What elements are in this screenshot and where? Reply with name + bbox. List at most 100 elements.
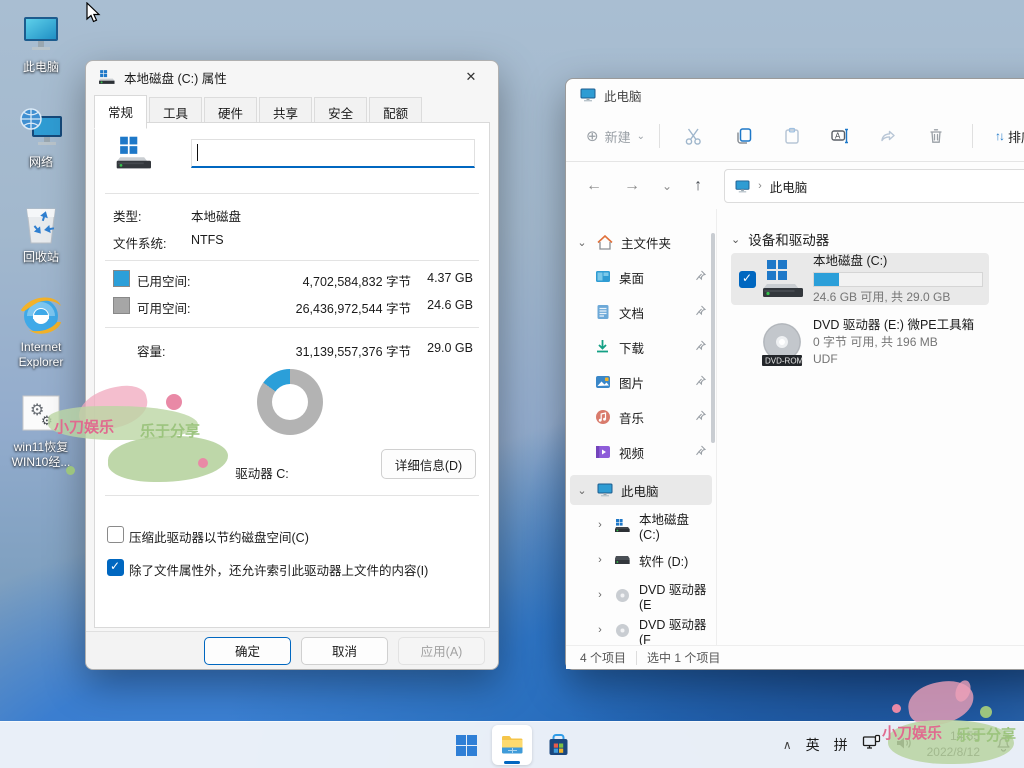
sidebar-item-dvd-e[interactable]: › DVD 驱动器 (E [570,580,712,610]
paste-icon [783,127,801,145]
sidebar-item-documents[interactable]: 文档 [570,297,712,327]
sidebar-item-label: 音乐 [619,408,644,427]
sidebar-item-downloads[interactable]: 下载 [570,332,712,362]
sort-button[interactable]: ↑↓ 排序 [995,127,1024,146]
drive-c-large-icon [759,258,805,300]
address-bar[interactable]: › 此电脑 [724,169,1024,203]
copy-button[interactable] [724,119,764,153]
details-button[interactable]: 详细信息(D) [381,449,476,479]
ok-button[interactable]: 确定 [204,637,291,665]
network-icon[interactable] [862,734,881,756]
file-item-drive-c[interactable]: 本地磁盘 (C:) 24.6 GB 可用, 共 29.0 GB [731,253,989,305]
desktop-icon-win11-restore[interactable]: ⚙⚙ win11恢复 WIN10经... [2,390,80,470]
rename-button[interactable]: A [820,119,860,153]
forward-icon[interactable]: → [624,177,640,195]
compress-checkbox[interactable] [107,526,124,543]
volume-label-input[interactable] [191,139,475,168]
sidebar-item-label: 图片 [619,373,644,392]
status-selected-count: 选中 1 个项目 [647,649,720,666]
sidebar-item-home[interactable]: ⌄ 主文件夹 [570,227,712,257]
sidebar-item-music[interactable]: 音乐 [570,402,712,432]
chevron-right-icon[interactable]: › [594,624,606,636]
cut-icon [684,127,703,146]
explorer-body: ⌄ 主文件夹 桌面 文档 下载 [566,209,1024,646]
file-fs: UDF [813,351,974,368]
desktop-icon-this-pc[interactable]: 此电脑 [2,10,80,75]
share-button[interactable] [868,119,908,153]
history-chevron-icon[interactable]: ⌄ [662,179,672,193]
sort-icon: ↑↓ [995,129,1003,143]
desktop-icon-network[interactable]: 网络 [2,105,80,170]
tray-clock[interactable]: 14:55 2022/8/12 [927,729,980,760]
sidebar-item-drive-c[interactable]: › 本地磁盘 (C:) [570,510,712,540]
svg-text:⚙: ⚙ [41,413,53,428]
close-icon[interactable]: ✕ [454,65,488,89]
share-icon [879,127,897,145]
index-checkbox-label[interactable]: 除了文件属性外，还允许索引此驱动器上文件的内容(I) [129,560,428,579]
taskbar: ∧ 英 拼 14:55 2022/8/12 [0,721,1024,768]
sidebar-item-label: DVD 驱动器 (E [639,579,712,612]
sidebar-item-label: DVD 驱动器 (F [639,614,712,647]
dialog-title: 本地磁盘 (C:) 属性 [124,68,454,87]
desktop-folder-icon [594,269,611,286]
taskbar-file-explorer[interactable] [492,725,532,765]
taskbar-center [446,725,578,765]
pin-icon [695,375,706,389]
item-checkbox[interactable] [739,271,756,288]
pin-icon [695,445,706,459]
explorer-window: 此电脑 ⊕ 新建 ⌄ A [565,78,1024,670]
chevron-right-icon[interactable]: › [594,519,606,531]
new-button[interactable]: ⊕ 新建 ⌄ [586,127,645,146]
desktop-icon-internet-explorer[interactable]: Internet Explorer [2,290,80,370]
paste-button[interactable] [772,119,812,153]
desktop-icon-label: 此电脑 [23,60,59,75]
explorer-titlebar[interactable]: 此电脑 [566,79,1024,111]
system-tray: ∧ 英 拼 14:55 2022/8/12 [783,722,1016,768]
dialog-titlebar[interactable]: 本地磁盘 (C:) 属性 ✕ [86,61,498,93]
sidebar-item-label: 下载 [619,338,644,357]
sidebar-scrollbar[interactable] [711,233,715,443]
svg-text:A: A [835,131,841,140]
sidebar-item-drive-d[interactable]: › 软件 (D:) [570,545,712,575]
file-name: 本地磁盘 (C:) [813,252,983,270]
network-icon [17,105,65,153]
volume-icon[interactable] [895,735,913,756]
chevron-down-icon[interactable]: ⌄ [576,484,588,497]
this-pc-small-icon [596,482,613,499]
apply-button[interactable]: 应用(A) [398,637,485,665]
sidebar-item-this-pc[interactable]: ⌄ 此电脑 [570,475,712,505]
chevron-right-icon[interactable]: › [594,554,606,566]
file-explorer-icon [500,734,525,756]
delete-button[interactable] [916,119,956,153]
cut-button[interactable] [674,119,714,153]
chevron-right-icon[interactable]: › [594,589,606,601]
internet-explorer-icon [17,290,65,338]
section-label: 设备和驱动器 [748,229,829,249]
drive-small-icon [98,69,116,85]
back-icon[interactable]: ← [586,177,602,195]
tab-general[interactable]: 常规 [94,95,147,129]
sidebar-item-desktop[interactable]: 桌面 [570,262,712,292]
ime-mode-indicator[interactable]: 拼 [834,735,848,755]
breadcrumb[interactable]: 此电脑 [770,177,808,196]
desktop-icon-recycle-bin[interactable]: 回收站 [2,200,80,265]
chevron-down-icon: ⌄ [731,233,740,246]
sidebar-item-dvd-f[interactable]: › DVD 驱动器 (F [570,615,712,645]
up-icon[interactable]: ↑ [694,177,702,195]
tray-date: 2022/8/12 [927,745,980,761]
notification-bell-icon[interactable] [994,734,1012,757]
ime-language-indicator[interactable]: 英 [806,735,820,755]
start-button[interactable] [446,725,486,765]
sort-label: 排序 [1008,127,1024,146]
taskbar-microsoft-store[interactable] [538,725,578,765]
sidebar-item-videos[interactable]: 视频 [570,437,712,467]
chevron-down-icon[interactable]: ⌄ [576,236,588,249]
index-checkbox[interactable] [107,559,124,576]
sidebar-item-pictures[interactable]: 图片 [570,367,712,397]
chevron-up-icon[interactable]: ∧ [783,738,792,752]
compress-checkbox-label[interactable]: 压缩此驱动器以节约磁盘空间(C) [129,527,309,546]
file-item-dvd-e[interactable]: DVD-ROM DVD 驱动器 (E:) 微PE工具箱 0 字节 可用, 共 1… [731,313,989,371]
cancel-button[interactable]: 取消 [301,637,388,665]
drive-c-medium-icon [113,135,153,176]
section-devices-and-drives[interactable]: ⌄ 设备和驱动器 [731,229,829,249]
